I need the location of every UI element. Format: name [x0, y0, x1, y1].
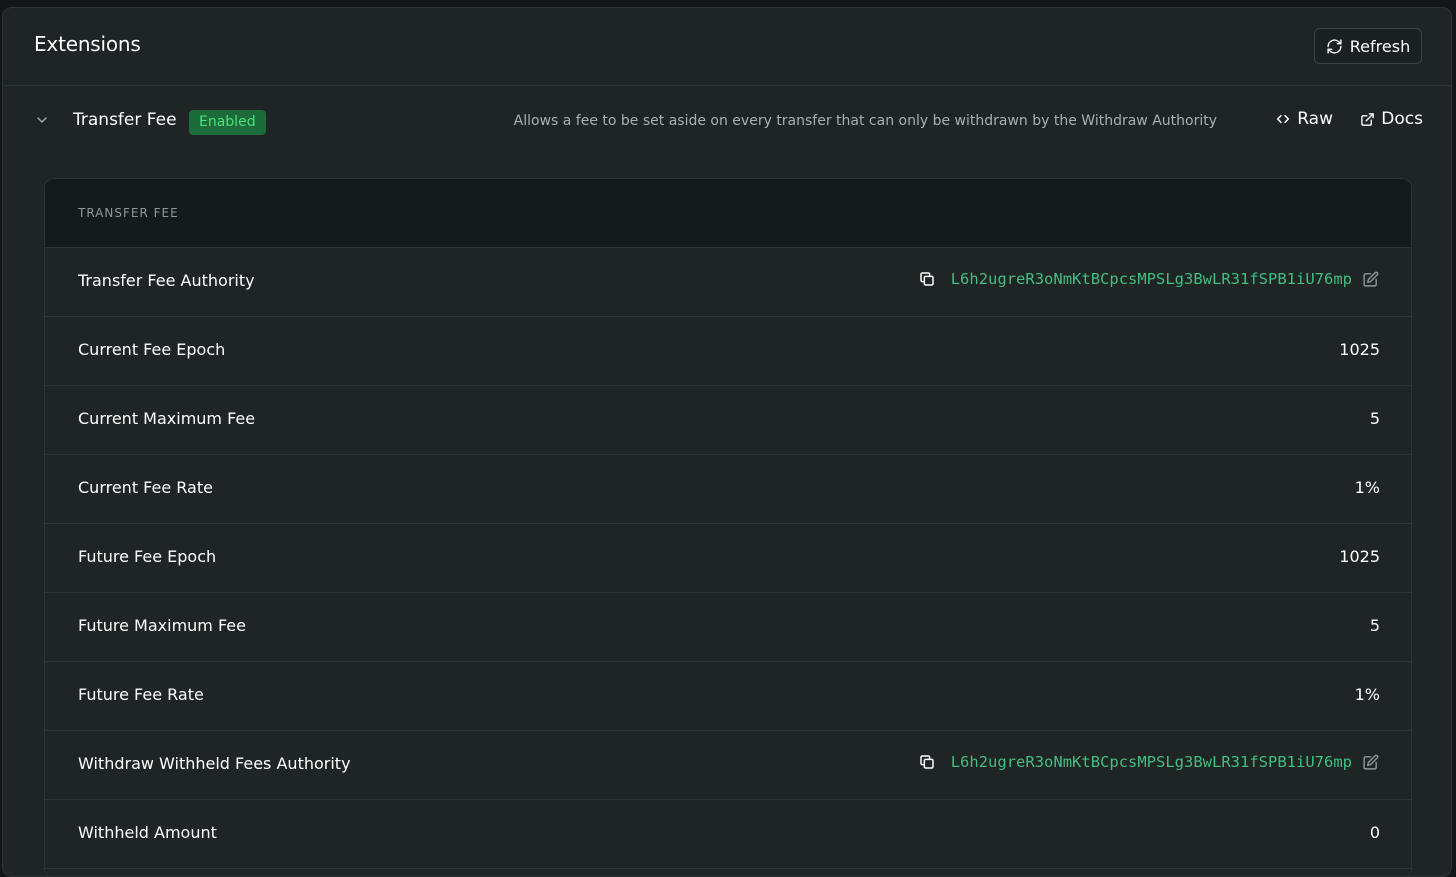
page-title: Extensions [34, 32, 141, 56]
refresh-icon [1327, 38, 1342, 54]
extension-name: Transfer Fee [73, 110, 177, 130]
address-link[interactable]: L6h2ugreR3oNmKtBCpcsMPSLg3BwLR31fSPB1iU7… [951, 753, 1352, 771]
edit-icon[interactable] [1362, 754, 1379, 771]
external-link-icon [1361, 112, 1375, 126]
copy-icon[interactable] [919, 754, 935, 770]
code-icon [1277, 114, 1290, 124]
row-value: 1% [1354, 478, 1380, 497]
table-row: Future Fee Epoch 1025 [45, 524, 1411, 593]
status-badge: Enabled [189, 110, 266, 135]
table-row: Current Fee Epoch 1025 [45, 317, 1411, 386]
row-label: Future Maximum Fee [78, 616, 246, 635]
address-value: L6h2ugreR3oNmKtBCpcsMPSLg3BwLR31fSPB1iU7… [919, 753, 1379, 771]
table-row: Current Fee Rate 1% [45, 455, 1411, 524]
row-value: 1025 [1339, 340, 1380, 359]
raw-link[interactable]: Raw [1275, 109, 1333, 129]
chevron-down-icon[interactable] [34, 112, 50, 128]
row-label: Transfer Fee Authority [78, 271, 255, 290]
card-rows: Transfer Fee Authority L6h2ugreR3oNmKtBCp… [45, 248, 1411, 869]
row-label: Current Maximum Fee [78, 409, 256, 428]
extensions-panel: Extensions Refresh Transfer Fee Enabled … [2, 7, 1452, 877]
transfer-fee-card: TRANSFER FEE Transfer Fee Authority L6h2u… [44, 178, 1412, 876]
docs-link[interactable]: Docs [1360, 109, 1423, 129]
row-label: Future Fee Rate [78, 685, 204, 704]
row-label: Future Fee Epoch [78, 547, 217, 566]
address-value: L6h2ugreR3oNmKtBCpcsMPSLg3BwLR31fSPB1iU7… [919, 270, 1379, 288]
refresh-label: Refresh [1349, 36, 1411, 56]
row-value: 1025 [1339, 547, 1380, 566]
row-label: Withdraw Withheld Fees Authority [78, 754, 351, 773]
table-row: Transfer Fee Authority L6h2ugreR3oNmKtBCp… [45, 248, 1411, 317]
raw-label: Raw [1297, 109, 1333, 129]
row-label: Current Fee Epoch [78, 340, 226, 359]
table-row: Withdraw Withheld Fees Authority L6h2ugre… [45, 731, 1411, 800]
row-label: Withheld Amount [78, 823, 217, 842]
table-row: Withheld Amount 0 [45, 800, 1411, 869]
panel-header: Extensions Refresh [3, 8, 1451, 86]
refresh-button[interactable]: Refresh [1314, 28, 1422, 64]
row-value: 5 [1369, 616, 1380, 635]
table-row: Future Fee Rate 1% [45, 662, 1411, 731]
extension-row-transfer-fee[interactable]: Transfer Fee Enabled Allows a fee to be … [3, 86, 1451, 158]
copy-icon[interactable] [919, 271, 935, 287]
address-link[interactable]: L6h2ugreR3oNmKtBCpcsMPSLg3BwLR31fSPB1iU7… [951, 270, 1352, 288]
edit-icon[interactable] [1362, 271, 1379, 288]
extension-description: Allows a fee to be set aside on every tr… [513, 113, 1217, 129]
row-value: 5 [1369, 409, 1380, 428]
card-header: TRANSFER FEE [45, 179, 1411, 248]
table-row: Future Maximum Fee 5 [45, 593, 1411, 662]
row-label: Current Fee Rate [78, 478, 213, 497]
row-value: 1% [1354, 685, 1380, 704]
docs-label: Docs [1381, 109, 1423, 129]
table-row: Current Maximum Fee 5 [45, 386, 1411, 455]
card-title: TRANSFER FEE [78, 206, 179, 220]
row-value: 0 [1369, 823, 1380, 842]
